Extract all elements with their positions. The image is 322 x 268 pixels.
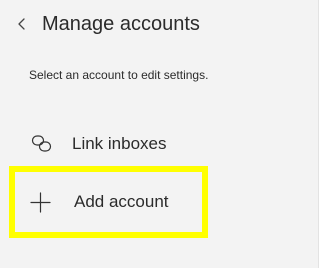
adjacent-pane-edge (318, 0, 322, 268)
link-inboxes-label: Link inboxes (72, 134, 167, 153)
plus-icon (30, 192, 51, 213)
link-inboxes-button[interactable]: Link inboxes (20, 124, 300, 164)
description-text: Select an account to edit settings. (29, 68, 209, 82)
chevron-left-icon (18, 18, 25, 30)
add-account-label: Add account (74, 192, 169, 211)
page-title: Manage accounts (42, 13, 200, 35)
link-icon (31, 135, 52, 152)
manage-accounts-panel: Manage accounts Select an account to edi… (0, 0, 318, 268)
back-button[interactable] (10, 12, 34, 36)
add-account-button[interactable]: Add account (20, 182, 300, 222)
header: Manage accounts (0, 0, 318, 50)
